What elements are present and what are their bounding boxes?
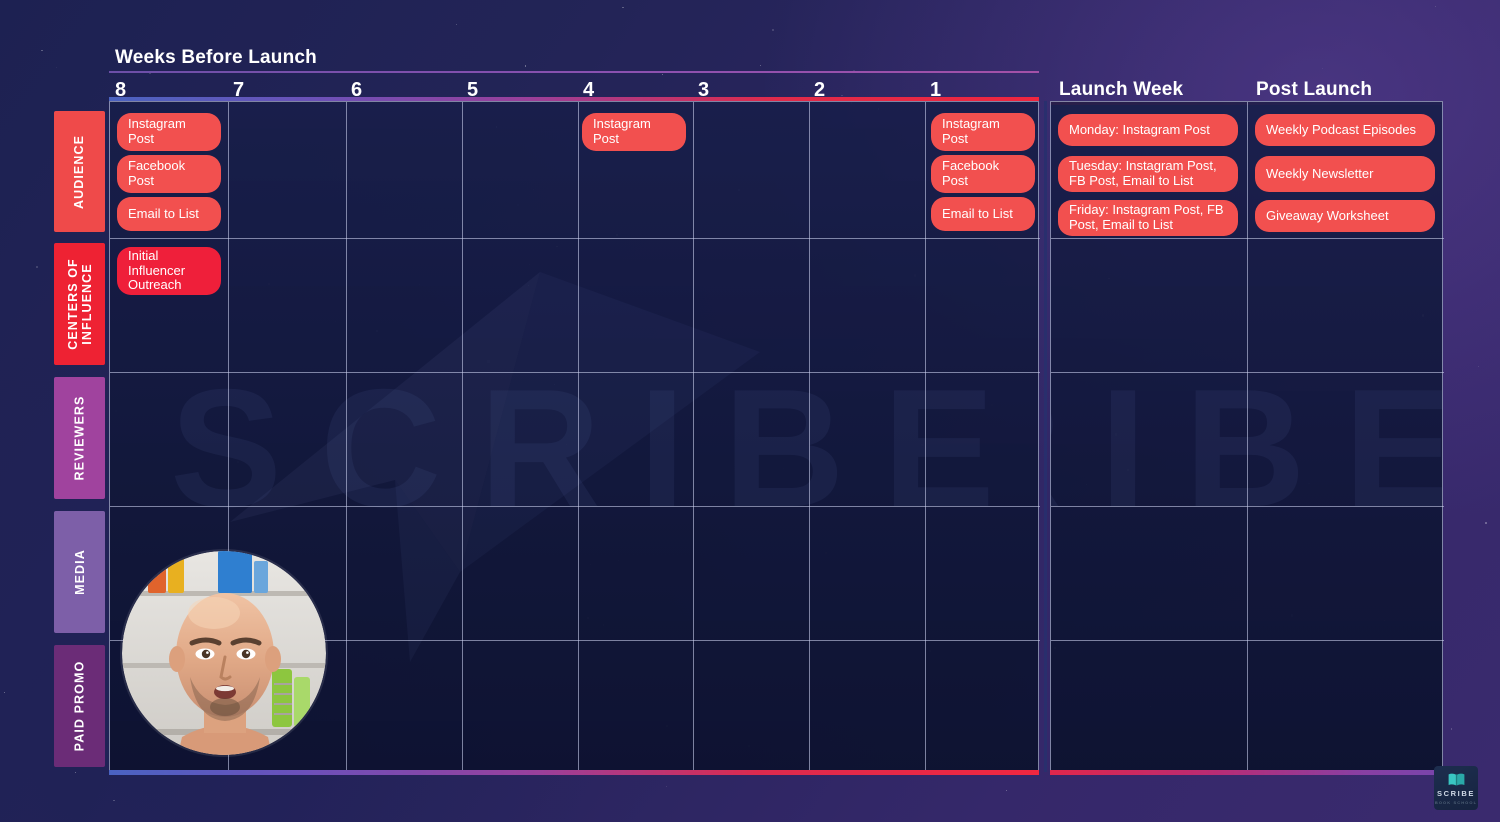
row-tab-label: PAID PROMO <box>72 660 87 752</box>
card-w1-email-to-list[interactable]: Email to List <box>931 197 1035 231</box>
right-grid-row-divider <box>1051 238 1444 239</box>
presenter-video <box>122 551 326 755</box>
card-post-weekly-newsletter[interactable]: Weekly Newsletter <box>1255 156 1435 192</box>
scribe-logo: SCRIBE BOOK SCHOOL <box>1434 766 1478 810</box>
open-book-icon <box>1448 773 1464 785</box>
scribe-logo-sub: BOOK SCHOOL <box>1434 799 1478 805</box>
grid-row-divider <box>110 506 1040 507</box>
card-w4-instagram-post[interactable]: Instagram Post <box>582 113 686 151</box>
row-tab-media[interactable]: MEDIA <box>54 511 105 633</box>
grid-column-divider <box>925 102 926 773</box>
card-w8-facebook-post[interactable]: Facebook Post <box>117 155 221 193</box>
card-label: Weekly Newsletter <box>1266 165 1374 181</box>
card-w1-facebook-post[interactable]: Facebook Post <box>931 155 1035 193</box>
row-tab-label: REVIEWERS <box>72 395 87 481</box>
right-grid-row-divider <box>1051 506 1444 507</box>
card-label: Email to List <box>128 205 199 221</box>
left-grid-bottom-gradient <box>109 770 1039 775</box>
right-grid-column-divider <box>1247 102 1248 773</box>
row-tab-label: AUDIENCE <box>72 134 87 209</box>
right-grid-row-divider <box>1051 640 1444 641</box>
card-post-giveaway-worksheet[interactable]: Giveaway Worksheet <box>1255 200 1435 232</box>
scribe-logo-word: SCRIBE <box>1437 788 1475 798</box>
row-tab-label: MEDIA <box>72 549 87 595</box>
card-w1-instagram-post[interactable]: Instagram Post <box>931 113 1035 151</box>
card-label: Instagram Post <box>128 116 186 146</box>
right-grid-row-divider <box>1051 372 1444 373</box>
grid-row-divider <box>110 238 1040 239</box>
card-w8-instagram-post[interactable]: Instagram Post <box>117 113 221 151</box>
launch-week-title: Launch Week <box>1059 79 1184 100</box>
card-label: Giveaway Worksheet <box>1266 207 1389 223</box>
card-post-weekly-podcast-episodes[interactable]: Weekly Podcast Episodes <box>1255 114 1435 146</box>
card-label: Facebook Post <box>128 158 186 188</box>
row-tab-centers-of-influence[interactable]: CENTERS OF INFLUENCE <box>54 243 105 365</box>
card-launch-monday[interactable]: Monday: Instagram Post <box>1058 114 1238 146</box>
row-tab-label: CENTERS OF INFLUENCE <box>65 258 94 350</box>
card-label: Tuesday: Instagram Post, FB Post, Email … <box>1069 158 1217 188</box>
card-label: Instagram Post <box>593 116 651 146</box>
right-grid-bottom-gradient <box>1050 770 1443 775</box>
grid-row-divider <box>110 372 1040 373</box>
grid-column-divider <box>693 102 694 773</box>
row-tab-paid-promo[interactable]: PAID PROMO <box>54 645 105 767</box>
scribe-watermark-text: SCRIBE <box>170 354 1033 542</box>
row-tab-reviewers[interactable]: REVIEWERS <box>54 377 105 499</box>
card-launch-tuesday[interactable]: Tuesday: Instagram Post, FB Post, Email … <box>1058 156 1238 192</box>
card-label: Facebook Post <box>942 158 1000 188</box>
card-label: Friday: Instagram Post, FB Post, Email t… <box>1069 202 1224 232</box>
card-label: Initial Influencer Outreach <box>128 248 186 293</box>
presenter-webcam-bubble <box>122 551 326 755</box>
launch-plan-board: Weeks Before Launch Launch Week Post Lau… <box>0 0 1500 822</box>
grid-column-divider <box>462 102 463 773</box>
card-label: Monday: Instagram Post <box>1069 121 1210 137</box>
card-launch-friday[interactable]: Friday: Instagram Post, FB Post, Email t… <box>1058 200 1238 236</box>
grid-column-divider <box>346 102 347 773</box>
panel-separator <box>1044 101 1047 772</box>
card-label: Instagram Post <box>942 116 1000 146</box>
grid-column-divider <box>809 102 810 773</box>
grid-column-divider <box>578 102 579 773</box>
post-launch-title: Post Launch <box>1256 79 1373 100</box>
card-label: Email to List <box>942 205 1013 221</box>
card-w8-email-to-list[interactable]: Email to List <box>117 197 221 231</box>
card-w8-initial-influencer-outreach[interactable]: Initial Influencer Outreach <box>117 247 221 295</box>
card-label: Weekly Podcast Episodes <box>1266 121 1417 137</box>
weeks-before-launch-title: Weeks Before Launch <box>115 47 317 68</box>
weeks-title-underline <box>109 71 1039 73</box>
row-tab-audience[interactable]: AUDIENCE <box>54 111 105 232</box>
